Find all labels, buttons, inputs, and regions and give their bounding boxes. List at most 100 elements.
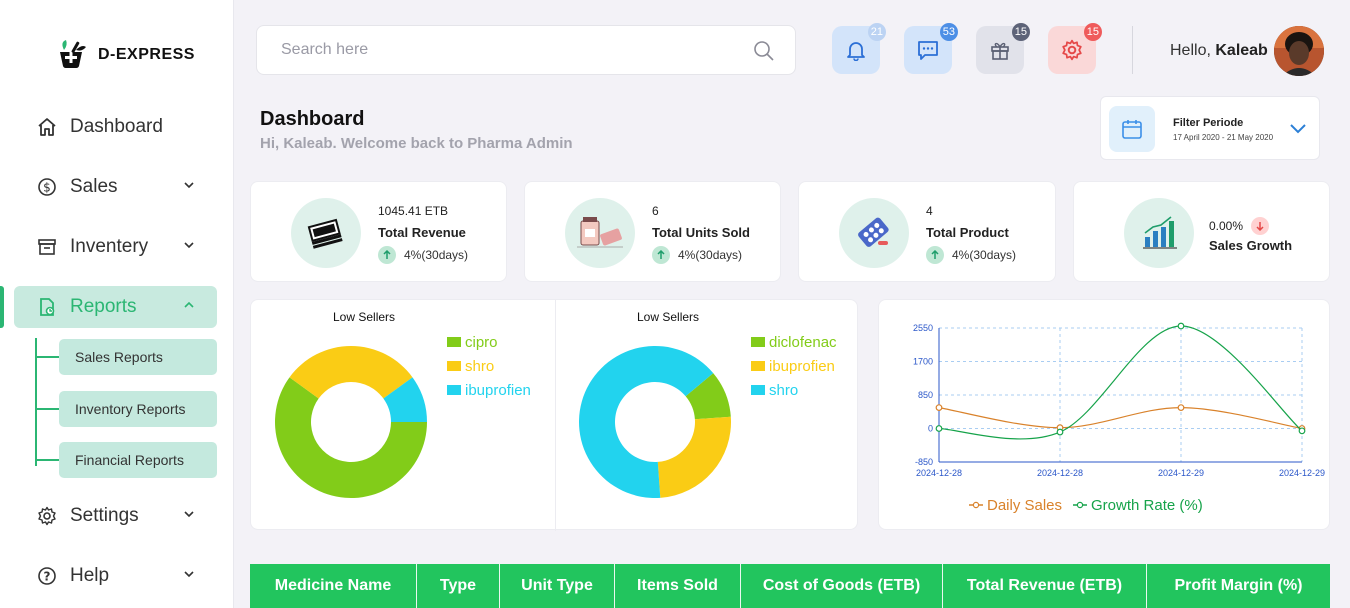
stat-card-revenue: 1045.41 ETB Total Revenue 4%(30days) — [250, 181, 507, 282]
notifications-button[interactable]: 21 — [832, 23, 886, 74]
submenu-financial-reports[interactable]: Financial Reports — [59, 442, 217, 478]
legend-label: diclofenac — [769, 333, 837, 351]
data-point[interactable] — [935, 425, 943, 432]
gift-icon — [991, 42, 1009, 60]
legend-item[interactable]: cipro — [447, 330, 531, 354]
column-header-medicine-name[interactable]: Medicine Name — [250, 564, 417, 608]
stat-trend: 4%(30days) — [926, 246, 1016, 264]
search-input[interactable] — [281, 41, 741, 59]
search-icon[interactable] — [753, 40, 775, 62]
growth-chart-icon — [1124, 198, 1194, 268]
submenu-connector — [35, 408, 59, 410]
messages-button[interactable]: 53 — [904, 23, 958, 74]
sidebar-item-dashboard[interactable]: Dashboard — [14, 106, 217, 148]
submenu-label: Inventory Reports — [75, 401, 186, 417]
gear-icon — [36, 505, 58, 527]
column-header-total-revenue[interactable]: Total Revenue (ETB) — [943, 564, 1147, 608]
sidebar-item-label: Settings — [70, 505, 139, 526]
dollar-icon: $ — [36, 176, 58, 198]
stat-trend: 4%(30days) — [378, 246, 468, 264]
stat-label: Total Revenue — [378, 225, 466, 240]
data-point[interactable] — [1056, 428, 1064, 436]
card-divider — [555, 300, 556, 531]
donut-slice-shro[interactable] — [289, 346, 413, 399]
page-title: Dashboard — [260, 108, 365, 130]
arrow-up-icon — [378, 246, 396, 264]
y-tick-label: 0 — [928, 424, 933, 434]
filter-period-dropdown[interactable]: Filter Periode 17 April 2020 - 21 May 20… — [1100, 96, 1320, 160]
bell-icon — [847, 42, 865, 61]
stat-trend-text: 4%(30days) — [952, 248, 1017, 262]
gifts-button[interactable]: 15 — [976, 23, 1030, 74]
sidebar-item-settings[interactable]: Settings — [14, 495, 217, 537]
legend-item[interactable]: ibuprofien — [447, 378, 531, 402]
pill-bottle-icon — [565, 198, 635, 268]
sidebar-item-label: Help — [70, 565, 110, 586]
legend-swatch — [751, 337, 765, 347]
user-greeting: Hello, Kaleab — [1170, 42, 1268, 60]
pill-pack-icon — [839, 198, 909, 268]
stat-value: 6 — [652, 204, 659, 218]
legend-marker — [972, 501, 980, 509]
donut-chart-low-sellers-2 — [579, 346, 731, 498]
sidebar-item-reports[interactable]: Reports — [14, 286, 217, 328]
legend-item[interactable]: Daily Sales — [969, 497, 1062, 514]
submenu-label: Sales Reports — [75, 349, 163, 365]
legend-item[interactable]: diclofenac — [751, 330, 837, 354]
y-tick-label: -850 — [915, 457, 933, 467]
sidebar-item-label: Dashboard — [70, 116, 163, 137]
user-photo — [1274, 26, 1324, 76]
legend-item[interactable]: shro — [751, 378, 837, 402]
greeting-text: Hello, — [1170, 42, 1211, 59]
active-indicator — [0, 286, 4, 328]
legend-item[interactable]: Growth Rate (%) — [1073, 497, 1203, 514]
messages-badge: 53 — [939, 23, 958, 41]
header-divider — [1132, 26, 1133, 74]
settings-button[interactable]: 15 — [1048, 23, 1102, 74]
sidebar-item-label: Reports — [70, 296, 137, 317]
y-tick-label: 2550 — [913, 323, 933, 333]
notifications-badge: 21 — [867, 23, 886, 41]
column-header-type[interactable]: Type — [417, 564, 500, 608]
money-icon — [291, 198, 361, 268]
data-point[interactable] — [1298, 427, 1306, 435]
svg-text:?: ? — [44, 570, 51, 584]
report-icon — [36, 296, 58, 318]
column-header-items-sold[interactable]: Items Sold — [615, 564, 741, 608]
legend-marker — [1076, 501, 1084, 509]
sidebar-item-sales[interactable]: $ Sales — [14, 166, 217, 208]
legend-item[interactable]: ibuprofien — [751, 354, 837, 378]
donut-slice-ibuprofien[interactable] — [657, 416, 731, 498]
chevron-down-icon — [184, 511, 194, 518]
sidebar-item-inventery[interactable]: Inventery — [14, 226, 217, 268]
chevron-down-icon — [184, 242, 194, 249]
legend-label: cipro — [465, 333, 498, 351]
chevron-down-icon — [184, 182, 194, 189]
column-header-profit-margin[interactable]: Profit Margin (%) — [1147, 564, 1330, 608]
legend-label: Daily Sales — [987, 497, 1062, 514]
help-icon: ? — [36, 565, 58, 587]
sidebar-item-help[interactable]: ? Help — [14, 555, 217, 597]
stat-trend-text: 4%(30days) — [404, 248, 469, 262]
data-point[interactable] — [1177, 322, 1185, 330]
legend-item[interactable]: shro — [447, 354, 531, 378]
avatar[interactable] — [1274, 26, 1324, 76]
column-header-cost-of-goods[interactable]: Cost of Goods (ETB) — [741, 564, 943, 608]
legend-swatch — [447, 337, 461, 347]
x-tick-label: 2024-12-29 — [1158, 468, 1204, 478]
page-subtitle: Hi, Kaleab. Welcome back to Pharma Admin — [260, 135, 573, 152]
submenu-inventory-reports[interactable]: Inventory Reports — [59, 391, 217, 427]
calendar-icon — [1109, 106, 1155, 152]
data-point[interactable] — [935, 404, 943, 412]
sidebar-item-label: Inventery — [70, 236, 149, 257]
app-logo[interactable]: D-EXPRESS — [54, 38, 195, 72]
submenu-sales-reports[interactable]: Sales Reports — [59, 339, 217, 375]
data-point[interactable] — [1177, 404, 1185, 412]
sales-trend-card: 2550 1700 850 0 -850 2024-12-28 2024-12-28 2024… — [878, 299, 1330, 530]
column-header-unit-type[interactable]: Unit Type — [500, 564, 615, 608]
chart-title: Low Sellers — [333, 310, 396, 324]
legend-label: ibuprofien — [465, 381, 531, 399]
home-icon — [36, 116, 58, 138]
stat-value: 1045.41 ETB — [378, 204, 449, 218]
stat-value: 0.00% — [1209, 219, 1244, 233]
